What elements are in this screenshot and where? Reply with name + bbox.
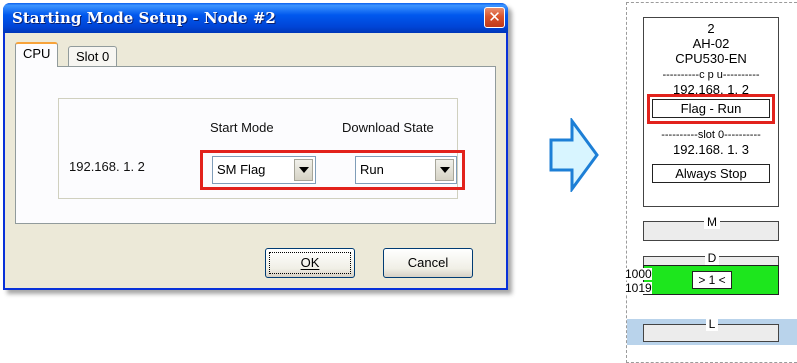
node-panel: 2 AH-02 CPU530-EN ----------c p u-------… [625,2,797,363]
tab-cpu[interactable]: CPU [15,42,59,67]
start-mode-select[interactable]: SM Flag [212,156,316,184]
ok-button-label: OK [300,255,320,270]
cancel-button-label: Cancel [407,255,449,270]
node-model: AH-02 [692,36,730,51]
cpu-section-divider: ----------c p u---------- [662,69,760,81]
chevron-down-icon[interactable] [435,159,454,181]
tab-cpu-label: CPU [23,46,51,61]
start-mode-label: Start Mode [210,120,274,135]
download-state-label: Download State [342,120,434,135]
tab-slot-0-label: Slot 0 [76,49,110,64]
download-state-value: Run [360,162,384,177]
starting-mode-dialog: Starting Mode Setup - Node #2 ✕ CPU Slot… [3,3,508,290]
slot-ip: 192.168. 1. 3 [673,142,749,157]
memory-d-value: > 1 < [692,271,732,289]
tab-panel-cpu: Start Mode Download State 192.168. 1. 2 … [15,66,496,224]
settings-group: Start Mode Download State 192.168. 1. 2 … [58,98,465,199]
download-state-select[interactable]: Run [355,156,457,184]
memory-m-label: M [627,215,797,229]
slot-mode-box: Always Stop [652,164,770,183]
chevron-down-icon[interactable] [294,159,313,181]
tab-slot-0[interactable]: Slot 0 [68,46,118,66]
dialog-titlebar[interactable]: Starting Mode Setup - Node #2 ✕ [3,3,508,33]
cpu-mode-box: Flag - Run [652,99,770,118]
arrow-right-icon [549,118,599,192]
slot-section-divider: ----------slot 0---------- [661,129,761,141]
memory-d-end: 1019 [625,281,652,295]
memory-d-block[interactable]: > 1 < [643,265,779,295]
close-icon: ✕ [488,9,501,26]
ok-button[interactable]: OK [265,248,355,278]
node-number: 2 [707,21,715,36]
close-button[interactable]: ✕ [484,7,505,28]
cpu-model: CPU530-EN [675,51,747,66]
dialog-title: Starting Mode Setup - Node #2 [12,9,276,27]
memory-d-label: D [627,251,797,265]
ip-address-text: 192.168. 1. 2 [69,159,145,174]
cancel-button[interactable]: Cancel [383,248,473,278]
start-mode-value: SM Flag [217,162,266,177]
node-info-box[interactable]: 2 AH-02 CPU530-EN ----------c p u-------… [643,17,779,207]
memory-l-label: L [627,317,797,331]
memory-d-start: 1000 [625,267,652,281]
